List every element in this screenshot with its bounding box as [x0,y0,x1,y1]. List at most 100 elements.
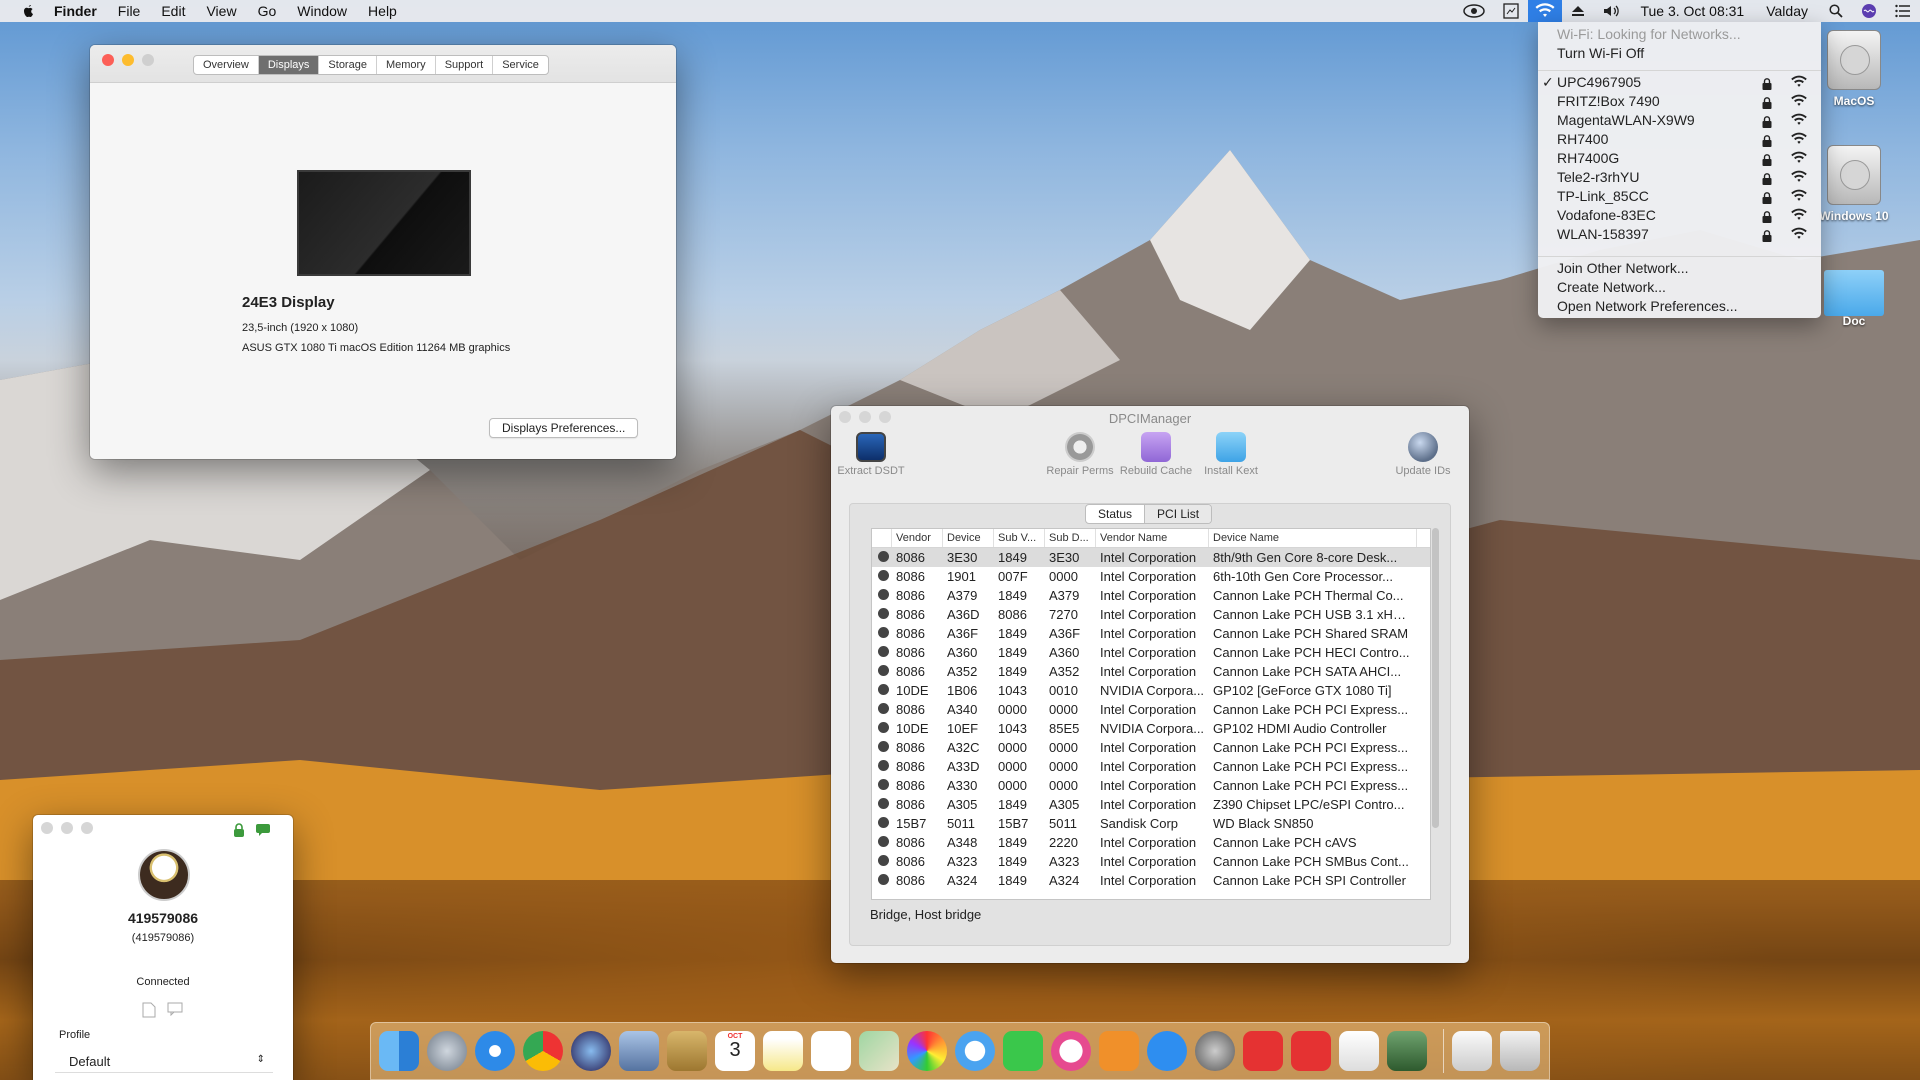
dock-network-utility-icon[interactable] [1387,1031,1427,1071]
update-ids-button[interactable]: Update IDs [1383,432,1463,477]
table-row[interactable]: 8086 A379 1849 A379 Intel Corporation Cannon … [872,586,1430,605]
profile-select[interactable]: Default ⇕ [55,1051,273,1073]
dock-itunes-icon[interactable] [1051,1031,1091,1071]
dock-reminders-icon[interactable] [811,1031,851,1071]
turn-wifi-off-item[interactable]: Turn Wi-Fi Off [1557,44,1644,63]
dock-preview-icon[interactable] [619,1031,659,1071]
table-row[interactable]: 8086 A330 0000 0000 Intel Corporation Cannon … [872,776,1430,795]
wifi-network-item[interactable]: FRITZ!Box 7490 [1557,92,1812,111]
desktop-icon-windows[interactable]: Windows 10 [1819,145,1889,223]
dock-notes-icon[interactable] [763,1031,803,1071]
dock-anydesk-icon[interactable] [1243,1031,1283,1071]
user-menu[interactable]: Valday [1766,3,1808,19]
repair-perms-button[interactable]: Repair Perms [1040,432,1120,477]
column-header-vendor[interactable]: Vendor [892,529,943,547]
dock-calendar-icon[interactable]: OCT 3 [715,1031,755,1071]
desktop-icon-macos[interactable]: MacOS [1819,30,1889,108]
eye-status-icon[interactable] [1463,4,1486,18]
dock-facetime-icon[interactable] [1003,1031,1043,1071]
menu-edit[interactable]: Edit [161,3,185,19]
close-button[interactable] [41,822,53,834]
dock-maps-icon[interactable] [859,1031,899,1071]
dock-anydesk-2-icon[interactable] [1291,1031,1331,1071]
wifi-network-item[interactable]: ✓ UPC4967905 [1542,73,1812,92]
dock-chrome-icon[interactable] [523,1031,563,1071]
wifi-network-item[interactable]: MagentaWLAN-X9W9 [1557,111,1812,130]
displays-preferences-button[interactable]: Displays Preferences... [489,418,639,438]
table-row[interactable]: 8086 A36D 8086 7270 Intel Corporation Cannon … [872,605,1430,624]
screen-status-icon[interactable] [1503,3,1520,19]
zoom-button[interactable] [142,54,154,66]
table-row[interactable]: 8086 1901 007F 0000 Intel Corporation 6th-10t… [872,567,1430,586]
install-kext-button[interactable]: Install Kext [1191,432,1271,477]
column-header-vendor-name[interactable]: Vendor Name [1096,529,1209,547]
zoom-button[interactable] [81,822,93,834]
create-network-item[interactable]: Create Network... [1557,278,1666,297]
table-row[interactable]: 8086 A348 1849 2220 Intel Corporation Cannon … [872,833,1430,852]
wifi-status-icon[interactable] [1528,0,1563,22]
table-row[interactable]: 8086 A305 1849 A305 Intel Corporation Z390 Ch… [872,795,1430,814]
table-row[interactable]: 8086 A352 1849 A352 Intel Corporation Cannon … [872,662,1430,681]
column-header-device[interactable]: Device [943,529,994,547]
app-name-menu[interactable]: Finder [54,3,97,19]
tab-support[interactable]: Support [436,56,494,74]
tab-displays[interactable]: Displays [258,56,320,74]
clock[interactable]: Tue 3. Oct 08:31 [1640,3,1744,19]
dock-system-preferences-icon[interactable] [1195,1031,1235,1071]
table-row[interactable]: 8086 A340 0000 0000 Intel Corporation Cannon … [872,700,1430,719]
volume-icon[interactable] [1603,4,1621,18]
table-row[interactable]: 8086 A323 1849 A323 Intel Corporation Cannon … [872,852,1430,871]
minimize-button[interactable] [61,822,73,834]
table-row[interactable]: 8086 A36F 1849 A36F Intel Corporation Cannon … [872,624,1430,643]
spotlight-icon[interactable] [1829,4,1843,18]
open-network-preferences-item[interactable]: Open Network Preferences... [1557,297,1738,316]
table-row[interactable]: 10DE 1B06 1043 0010 NVIDIA Corpora... GP102 [… [872,681,1430,700]
wifi-network-item[interactable]: RH7400G [1557,149,1812,168]
desktop-icon-doc[interactable]: Doc [1819,262,1889,328]
dock-launchpad-icon[interactable] [427,1031,467,1071]
tab-status[interactable]: Status [1086,505,1144,523]
wifi-network-item[interactable]: Vodafone-83EC [1557,206,1812,225]
table-row[interactable]: 8086 A32C 0000 0000 Intel Corporation Cannon … [872,738,1430,757]
wifi-network-item[interactable]: TP-Link_85CC [1557,187,1812,206]
column-header-sub-device[interactable]: Sub D... [1045,529,1096,547]
table-row[interactable]: 10DE 10EF 1043 85E5 NVIDIA Corpora... GP102 H… [872,719,1430,738]
message-icon[interactable] [167,1002,183,1019]
tab-pci-list[interactable]: PCI List [1144,505,1212,523]
tab-overview[interactable]: Overview [194,56,259,74]
apple-menu-icon[interactable] [20,3,36,19]
dock-notefile-icon[interactable] [667,1031,707,1071]
join-other-network-item[interactable]: Join Other Network... [1557,259,1689,278]
table-row[interactable]: 8086 A33D 0000 0000 Intel Corporation Cannon … [872,757,1430,776]
eject-icon[interactable] [1571,4,1585,18]
dock-ibooks-icon[interactable] [1099,1031,1139,1071]
dock-app-store-icon[interactable] [1147,1031,1187,1071]
column-header-sub-vendor[interactable]: Sub V... [994,529,1045,547]
close-button[interactable] [102,54,114,66]
menu-file[interactable]: File [118,3,141,19]
notification-center-icon[interactable] [1895,4,1911,18]
wifi-network-item[interactable]: Tele2-r3rhYU [1557,168,1812,187]
table-row[interactable]: 8086 3E30 1849 3E30 Intel Corporation 8th/9th… [872,548,1430,567]
wifi-network-item[interactable]: RH7400 [1557,130,1812,149]
tab-memory[interactable]: Memory [377,56,436,74]
menu-help[interactable]: Help [368,3,397,19]
menu-go[interactable]: Go [258,3,277,19]
wifi-network-item[interactable]: WLAN-158397 [1557,225,1812,244]
lock-icon[interactable] [233,823,245,840]
tab-service[interactable]: Service [493,56,548,74]
menu-view[interactable]: View [206,3,236,19]
extract-dsdt-button[interactable]: Extract DSDT [831,432,911,477]
dock-photos-icon[interactable] [907,1031,947,1071]
table-scrollbar[interactable] [1432,528,1439,828]
table-row[interactable]: 15B7 5011 15B7 5011 Sandisk Corp WD Black SN8… [872,814,1430,833]
dock-messages-icon[interactable] [955,1031,995,1071]
minimize-button[interactable] [122,54,134,66]
table-row[interactable]: 8086 A324 1849 A324 Intel Corporation Cannon … [872,871,1430,890]
tab-storage[interactable]: Storage [319,56,377,74]
pci-table[interactable]: Vendor Device Sub V... Sub D... Vendor N… [871,528,1431,900]
dock-finder-icon[interactable] [379,1031,419,1071]
table-row[interactable]: 8086 A360 1849 A360 Intel Corporation Cannon … [872,643,1430,662]
dock-siri-icon[interactable] [571,1031,611,1071]
dock-documents-icon[interactable] [1452,1031,1492,1071]
